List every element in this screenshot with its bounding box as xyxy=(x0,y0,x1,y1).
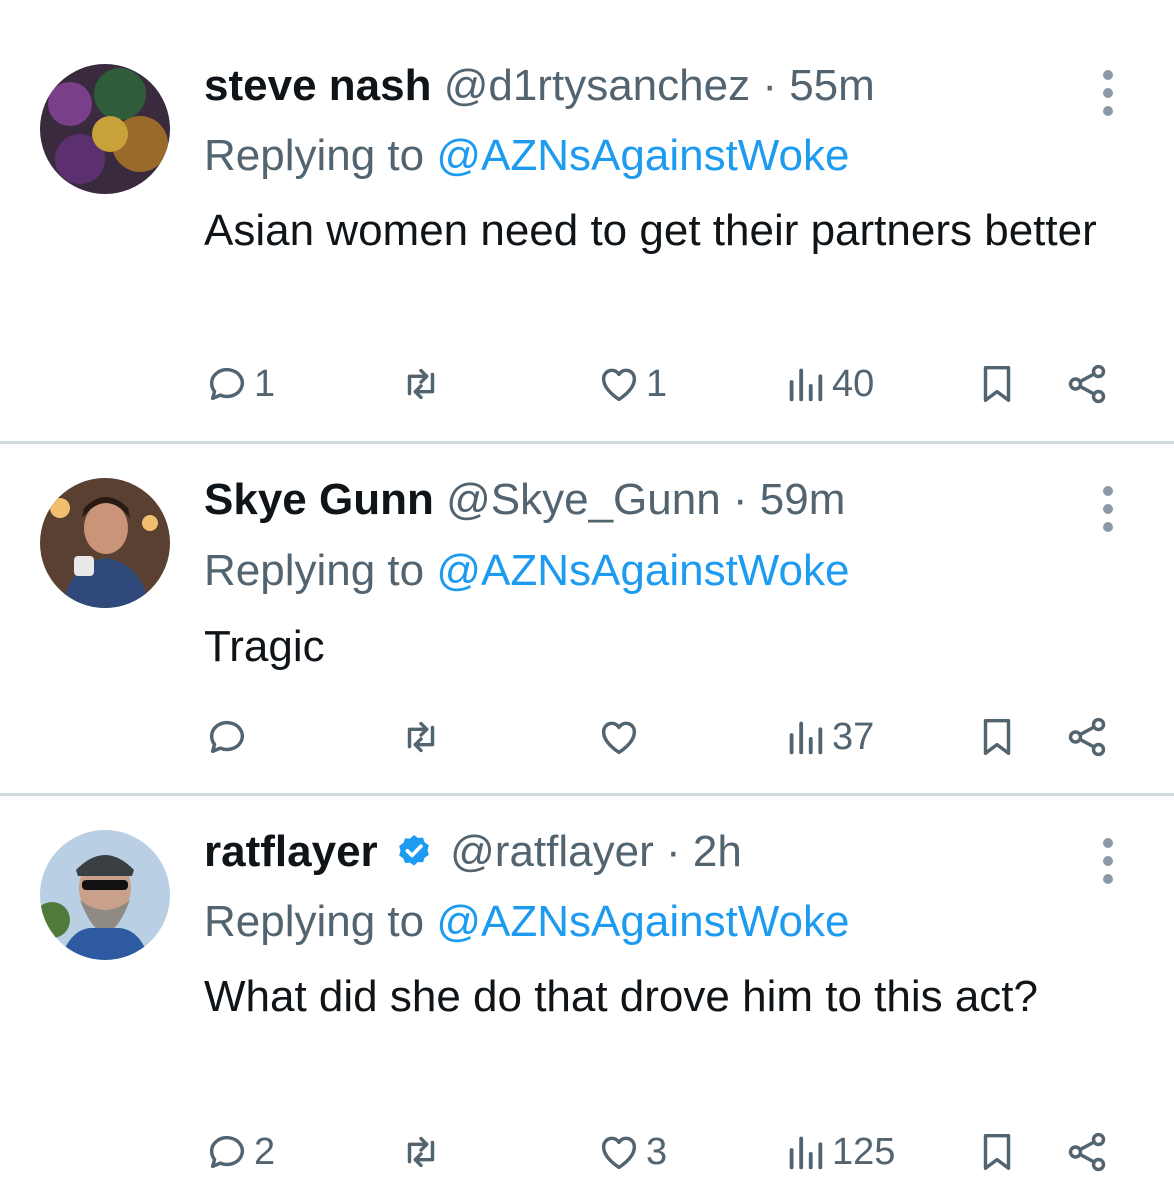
retweet-button[interactable] xyxy=(398,1126,444,1178)
avatar-image xyxy=(40,830,170,960)
avatar-image xyxy=(40,478,170,608)
like-button[interactable]: 3 xyxy=(596,1126,667,1178)
action-bar: 1 1 40 xyxy=(0,358,1174,410)
user-handle[interactable]: @d1rtysanchez xyxy=(444,61,750,110)
more-options-button[interactable] xyxy=(1096,838,1120,892)
reply-icon xyxy=(209,720,245,754)
bookmark-icon xyxy=(983,718,1011,756)
share-icon xyxy=(1068,717,1106,757)
display-name[interactable]: Skye Gunn xyxy=(204,475,434,524)
share-button[interactable] xyxy=(1064,1126,1110,1178)
user-handle[interactable]: @ratflayer xyxy=(450,827,654,876)
replying-to-mention[interactable]: @AZNsAgainstWoke xyxy=(436,897,849,946)
share-icon xyxy=(1068,1132,1106,1172)
retweet-icon xyxy=(407,368,435,400)
retweet-icon xyxy=(407,1136,435,1168)
display-name[interactable]: ratflayer xyxy=(204,827,378,876)
separator: · xyxy=(762,61,777,110)
retweet-icon xyxy=(407,721,435,753)
timestamp[interactable]: 2h xyxy=(693,827,742,876)
avatar-skye-gunn[interactable] xyxy=(40,478,170,608)
views-button[interactable]: 125 xyxy=(782,1126,895,1178)
like-icon xyxy=(601,368,637,402)
reply-count: 2 xyxy=(254,1130,276,1173)
like-button[interactable] xyxy=(596,711,646,763)
tweet-text: What did she do that drove him to this a… xyxy=(204,972,1039,1021)
tweet-header: steve nash @d1rtysanchez · 55m xyxy=(204,60,1084,112)
retweet-button[interactable] xyxy=(398,711,444,763)
views-icon xyxy=(789,368,823,402)
reply-icon xyxy=(209,1135,245,1169)
tweet-steve-nash[interactable]: steve nash @d1rtysanchez · 55m Replying … xyxy=(0,0,1174,442)
replying-prefix: Replying to xyxy=(204,897,425,946)
views-count: 125 xyxy=(832,1130,896,1173)
share-icon xyxy=(1068,364,1106,404)
views-count: 37 xyxy=(832,715,875,758)
tweet-text: Tragic xyxy=(204,622,325,671)
tweet-text: Asian women need to get their partners b… xyxy=(204,206,1097,255)
replying-to-mention[interactable]: @AZNsAgainstWoke xyxy=(436,131,849,180)
views-icon xyxy=(789,1136,823,1170)
avatar-steve-nash[interactable] xyxy=(40,64,170,194)
bookmark-icon xyxy=(983,365,1011,403)
like-icon xyxy=(601,1136,637,1170)
reply-button[interactable] xyxy=(204,711,254,763)
replying-to: Replying to @AZNsAgainstWoke xyxy=(204,130,849,182)
views-button[interactable]: 37 xyxy=(782,711,874,763)
replying-to: Replying to @AZNsAgainstWoke xyxy=(204,896,849,948)
more-options-button[interactable] xyxy=(1096,70,1120,124)
avatar-ratflayer[interactable] xyxy=(40,830,170,960)
timestamp[interactable]: 55m xyxy=(789,61,875,110)
views-button[interactable]: 40 xyxy=(782,358,874,410)
share-button[interactable] xyxy=(1064,358,1110,410)
tweet-skye-gunn[interactable]: Skye Gunn @Skye_Gunn · 59m Replying to @… xyxy=(0,444,1174,794)
bookmark-button[interactable] xyxy=(974,358,1020,410)
user-handle[interactable]: @Skye_Gunn xyxy=(446,475,721,524)
views-count: 40 xyxy=(832,362,875,405)
bookmark-button[interactable] xyxy=(974,711,1020,763)
verified-badge-icon[interactable] xyxy=(394,832,434,872)
replying-prefix: Replying to xyxy=(204,131,425,180)
display-name[interactable]: steve nash xyxy=(204,61,431,110)
replying-prefix: Replying to xyxy=(204,546,425,595)
more-icon xyxy=(1103,70,1113,80)
timestamp[interactable]: 59m xyxy=(760,475,846,524)
like-count: 3 xyxy=(646,1130,668,1173)
views-icon xyxy=(789,721,823,755)
retweet-button[interactable] xyxy=(398,358,444,410)
tweet-header: ratflayer @ratflayer · 2h xyxy=(204,826,1084,878)
reply-button[interactable]: 1 xyxy=(204,358,275,410)
more-icon xyxy=(1103,838,1113,848)
action-bar: 37 xyxy=(0,711,1174,763)
like-icon xyxy=(601,721,637,755)
avatar-image xyxy=(40,64,170,194)
replying-to-mention[interactable]: @AZNsAgainstWoke xyxy=(436,546,849,595)
reply-icon xyxy=(209,367,245,401)
more-options-button[interactable] xyxy=(1096,486,1120,540)
separator: · xyxy=(665,827,681,876)
more-icon xyxy=(1103,486,1113,496)
like-button[interactable]: 1 xyxy=(596,358,667,410)
tweet-ratflayer[interactable]: ratflayer @ratflayer · 2h Replying to @A… xyxy=(0,796,1174,1200)
replying-to: Replying to @AZNsAgainstWoke xyxy=(204,545,849,597)
share-button[interactable] xyxy=(1064,711,1110,763)
bookmark-button[interactable] xyxy=(974,1126,1020,1178)
like-count: 1 xyxy=(646,362,668,405)
bookmark-icon xyxy=(983,1133,1011,1171)
separator: · xyxy=(732,475,748,524)
reply-button[interactable]: 2 xyxy=(204,1126,275,1178)
action-bar: 2 3 125 xyxy=(0,1126,1174,1178)
tweet-header: Skye Gunn @Skye_Gunn · 59m xyxy=(204,474,1084,526)
reply-count: 1 xyxy=(254,362,276,405)
